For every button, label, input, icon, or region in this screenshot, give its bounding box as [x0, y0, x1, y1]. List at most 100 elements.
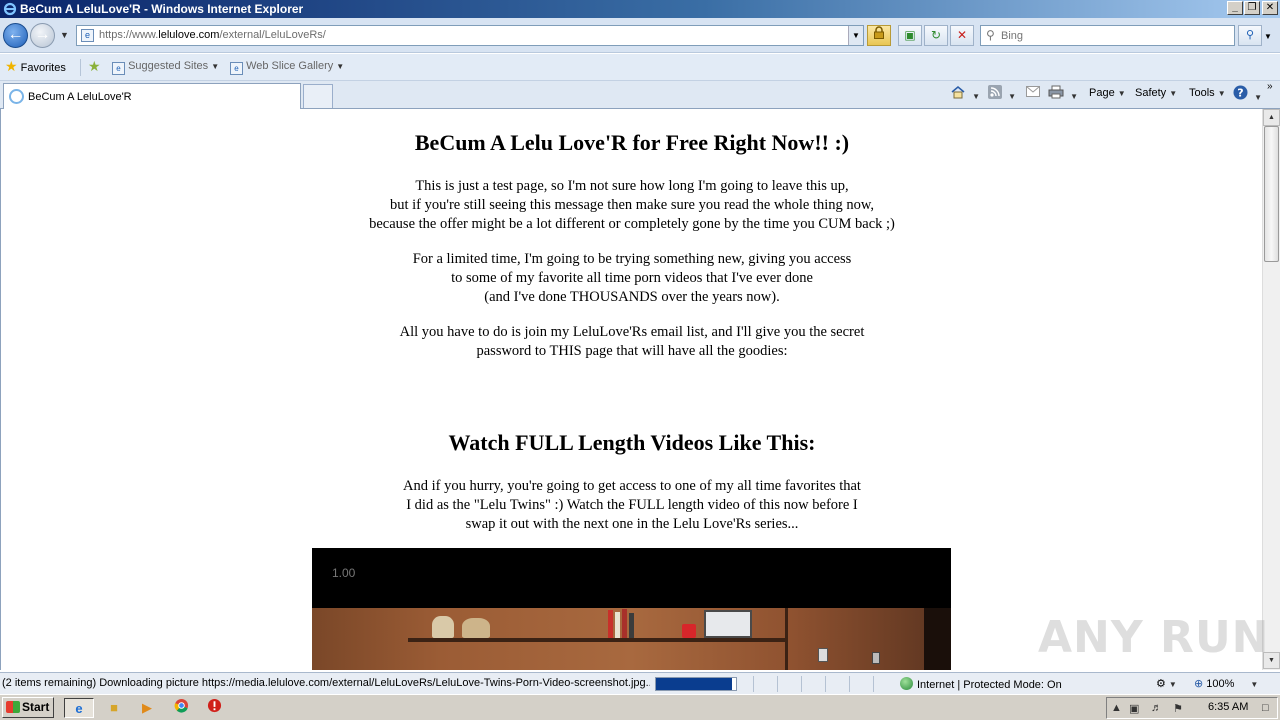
window-title-bar[interactable]: BeCum A LeluLove'R - Windows Internet Ex…: [0, 0, 1280, 18]
scroll-up-button[interactable]: ▲: [1263, 109, 1280, 126]
search-input[interactable]: [1001, 28, 1226, 43]
taskbar-chrome[interactable]: [170, 698, 192, 718]
search-button[interactable]: ⚲: [1238, 25, 1262, 46]
ie-icon: e: [75, 701, 83, 716]
status-bar: (2 items remaining) Downloading picture …: [0, 672, 1280, 694]
page-icon: e: [81, 29, 94, 42]
add-favorite-icon: ★: [88, 58, 101, 74]
text-line: I did as the "Lelu Twins" :) Watch the F…: [406, 497, 858, 513]
tools-menu[interactable]: Tools ▼: [1189, 87, 1226, 99]
web-slice-gallery-link[interactable]: e Web Slice Gallery ▼: [230, 60, 344, 75]
chevron-down-icon: ▼: [1008, 92, 1016, 101]
video-preview-image: [312, 608, 951, 670]
page-heading-videos: Watch FULL Length Videos Like This:: [448, 430, 816, 455]
stop-button[interactable]: ✕: [950, 25, 974, 46]
volume-icon[interactable]: ♬: [1151, 702, 1162, 714]
safety-menu-label: Safety: [1135, 87, 1167, 99]
search-provider-icon: ⚲: [986, 28, 995, 42]
scrollbar-thumb[interactable]: [1264, 126, 1279, 262]
favorites-button[interactable]: ★ Favorites: [5, 58, 66, 75]
address-bar[interactable]: e https://www.lelulove.com/external/Lelu…: [76, 25, 864, 46]
add-to-favorites-bar-button[interactable]: ★: [88, 58, 101, 75]
book-decoration: [608, 610, 613, 638]
network-icon[interactable]: ▣: [1129, 702, 1139, 715]
address-dropdown-icon[interactable]: ▼: [848, 26, 863, 45]
download-progress-bar: [655, 677, 737, 691]
restore-button[interactable]: ❐: [1244, 1, 1260, 15]
internet-zone-globe-icon: [900, 677, 913, 690]
clock[interactable]: 6:35 AM: [1208, 701, 1248, 713]
zoom-level-button[interactable]: ⊕ 100% ▼: [1194, 677, 1258, 690]
outlet-decoration: [872, 652, 880, 664]
search-box[interactable]: ⚲: [980, 25, 1235, 46]
vertical-scrollbar[interactable]: ▲ ▼: [1262, 109, 1280, 670]
help-icon: ?: [1233, 85, 1251, 103]
address-url[interactable]: https://www.lelulove.com/external/LeluLo…: [99, 29, 326, 41]
action-center-flag-icon[interactable]: ⚑: [1173, 702, 1183, 715]
close-window-button[interactable]: ✕: [1262, 1, 1278, 15]
text-line: All you have to do is join my LeluLove'R…: [399, 324, 865, 340]
ie-page-icon: e: [112, 62, 125, 75]
status-message: (2 items remaining) Downloading picture …: [2, 677, 650, 689]
text-line: but if you're still seeing this message …: [389, 197, 875, 213]
forward-arrow-icon: →: [34, 26, 51, 43]
refresh-icon: ↻: [930, 28, 942, 42]
compatibility-icon: ▣: [904, 28, 916, 42]
feeds-button[interactable]: ▼: [988, 85, 1016, 102]
more-commands-icon[interactable]: »: [1267, 81, 1273, 92]
show-hidden-icons-icon[interactable]: ▲: [1111, 702, 1122, 714]
loading-icon: [9, 89, 24, 104]
security-lock-button[interactable]: [867, 25, 891, 46]
safety-menu[interactable]: Safety ▼: [1135, 87, 1177, 99]
help-menu[interactable]: ? ▼: [1233, 85, 1262, 103]
offer-paragraph: For a limited time, I'm going to be tryi…: [1, 250, 1262, 307]
start-label: Start: [22, 700, 50, 714]
web-slice-gallery-label: Web Slice Gallery: [246, 60, 334, 72]
taskbar-explorer[interactable]: ■: [103, 698, 125, 718]
home-button[interactable]: ▼: [950, 85, 980, 102]
read-mail-button[interactable]: [1026, 86, 1040, 100]
print-button[interactable]: ▼: [1048, 85, 1078, 102]
new-tab-button[interactable]: [303, 84, 333, 108]
status-panel: [777, 676, 797, 692]
back-button[interactable]: ←: [3, 23, 28, 48]
page-menu[interactable]: Page ▼: [1089, 87, 1126, 99]
start-button[interactable]: Start: [2, 697, 54, 718]
refresh-button[interactable]: ↻: [924, 25, 948, 46]
suggested-sites-link[interactable]: e Suggested Sites ▼: [112, 60, 219, 75]
mail-icon: [1026, 86, 1040, 100]
text-line: This is just a test page, so I'm not sur…: [415, 178, 849, 194]
chevron-down-icon: ▼: [1168, 680, 1177, 689]
security-zone[interactable]: Internet | Protected Mode: On: [900, 677, 1062, 691]
text-line: password to THIS page that will have all…: [476, 343, 788, 359]
figurine-decoration: [432, 616, 454, 638]
suggested-sites-label: Suggested Sites: [128, 60, 209, 72]
video-player[interactable]: 1.00: [312, 548, 951, 670]
chevron-down-icon: ▼: [1117, 89, 1126, 98]
forward-button[interactable]: →: [30, 23, 55, 48]
status-panel: [753, 676, 773, 692]
compatibility-view-button[interactable]: ▣: [898, 25, 922, 46]
page-menu-label: Page: [1089, 87, 1115, 99]
svg-text:?: ?: [1237, 87, 1243, 100]
video-timestamp: 1.00: [332, 566, 356, 580]
figurine-decoration: [462, 618, 490, 638]
alert-icon: [207, 698, 222, 716]
tab-bar: BeCum A LeluLove'R ▼ ▼ ▼ Page ▼ Safety ▼ T…: [0, 81, 1280, 109]
tools-menu-label: Tools: [1189, 87, 1215, 99]
zoom-level-label: 100%: [1206, 678, 1235, 690]
taskbar-internet-explorer[interactable]: e: [64, 698, 94, 718]
taskbar-security-app[interactable]: [203, 698, 225, 718]
text-line: For a limited time, I'm going to be tryi…: [412, 251, 852, 267]
popup-blocker-button[interactable]: ⚙ ▼: [1156, 677, 1177, 690]
minimize-button[interactable]: _: [1227, 1, 1243, 15]
search-options-dropdown-icon[interactable]: ▼: [1264, 32, 1272, 41]
tab-active[interactable]: BeCum A LeluLove'R: [3, 83, 301, 109]
intro-paragraph: This is just a test page, so I'm not sur…: [1, 177, 1262, 234]
toolbar-separator: [80, 59, 81, 76]
history-dropdown-icon[interactable]: ▼: [60, 30, 69, 40]
chevron-down-icon: ▼: [1254, 93, 1262, 102]
taskbar-media-player[interactable]: ▶: [136, 698, 158, 718]
lock-status-icon: ⚙: [1156, 678, 1166, 690]
show-desktop-icon[interactable]: □: [1262, 702, 1269, 714]
